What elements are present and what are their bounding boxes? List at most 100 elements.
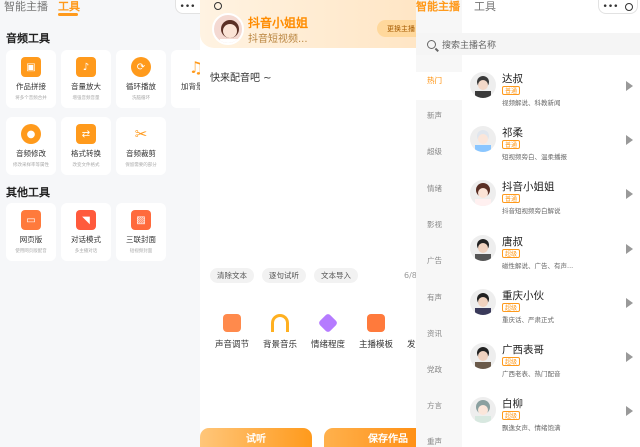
category-politics[interactable]: 党政: [416, 364, 462, 378]
anchor-badge: 超级: [502, 357, 521, 366]
tool-volume[interactable]: ♪ 音量放大 增强音频音量: [61, 50, 111, 108]
play-icon[interactable]: [626, 135, 633, 145]
anchor-name: 广西表哥: [502, 344, 544, 356]
image-icon: ▨: [131, 210, 151, 230]
tool-name: 音量放大: [71, 82, 101, 91]
laptop-icon: ▭: [21, 210, 41, 230]
emotion-button[interactable]: 情绪程度: [304, 312, 352, 350]
tool-desc: 改变文件格式: [72, 162, 100, 168]
headphones-icon: [271, 314, 289, 332]
category-super[interactable]: 超级: [416, 146, 462, 160]
anchor-template-button[interactable]: 主播模板: [352, 314, 400, 350]
tool-name: 对话模式: [71, 235, 101, 244]
tool-dialogue[interactable]: ◥ 对话模式 多主播对话: [61, 203, 111, 261]
anchor-badge: 普通: [502, 194, 521, 203]
tool-desc: 短视频封面: [129, 248, 153, 254]
tool-name: 作品拼接: [16, 82, 46, 91]
tool-desc: 多主播对话: [74, 248, 98, 254]
edit-icon: ●: [21, 124, 41, 144]
bg-music-button[interactable]: 背景音乐: [256, 314, 304, 350]
play-icon[interactable]: [626, 406, 633, 416]
tool-web[interactable]: ▭ 网页版 使用网页版配音: [6, 203, 56, 261]
sliders-icon: [223, 314, 241, 332]
category-news[interactable]: 资讯: [416, 328, 462, 342]
tool-trim[interactable]: ✂ 音频裁剪 保留需要的部分: [116, 117, 166, 175]
heart-icon: [317, 312, 339, 334]
anchor-name: 达叔: [502, 73, 523, 85]
import-text-button[interactable]: 文本导入: [314, 268, 358, 283]
try-listen-button[interactable]: 试听: [200, 428, 312, 447]
loop-icon: ⟳: [131, 57, 151, 77]
more-icon[interactable]: •••: [180, 2, 196, 12]
tool-loop[interactable]: ⟳ 循环播放 洗脑循环: [116, 50, 166, 108]
tab-smart-anchor[interactable]: 智能主播: [4, 0, 48, 14]
tool-desc: 保留需要的部分: [125, 162, 157, 168]
anchor-avatar: [470, 343, 496, 369]
feature-bar: 声音调节 背景音乐 情绪程度 主播模板 A 发音纠正: [208, 312, 448, 350]
script-textarea[interactable]: 快来配音吧 ~: [210, 69, 272, 84]
anchor-item[interactable]: 抖音小姐姐 普通 抖音短视频旁白解说: [462, 180, 640, 232]
anchor-item[interactable]: 唐叔 超级 磁性解说、广告、有声...: [462, 235, 640, 287]
tool-cover[interactable]: ▨ 三联封面 短视频封面: [116, 203, 166, 261]
anchor-item[interactable]: 白柳 超级 飘逸女声、情绪饱满: [462, 397, 640, 447]
tool-desc: 修改采样率等属性: [12, 162, 49, 168]
play-icon[interactable]: [626, 352, 633, 362]
scissors-icon: ✂: [134, 125, 148, 143]
anchor-desc: 重庆话、严肃正式: [502, 316, 554, 324]
tool-convert[interactable]: ⇄ 格式转换 改变文件格式: [61, 117, 111, 175]
anchor-avatar: [470, 235, 496, 261]
current-anchor-subtitle: 抖音短视频...: [248, 34, 308, 45]
category-ad[interactable]: 广告: [416, 255, 462, 269]
close-miniapp-icon[interactable]: [625, 2, 634, 11]
tool-desc: 增强音频音量: [72, 95, 100, 101]
text-actions: 清除文本 逐句试听 文本导入: [210, 268, 358, 283]
current-anchor-name: 抖音小姐姐: [248, 16, 309, 30]
tools-panel: 智能主播 工具 ••• 音频工具 ▣ 作品拼接 将多个音频合并 ♪ 音量放大 增…: [0, 0, 215, 447]
search-icon: [427, 39, 436, 49]
anchor-item[interactable]: 重庆小伙 超级 重庆话、严肃正式: [462, 289, 640, 341]
tab-tools-right[interactable]: 工具: [474, 0, 496, 14]
play-icon[interactable]: [626, 244, 633, 254]
tab-tools[interactable]: 工具: [58, 0, 80, 14]
tool-name: 网页版: [19, 235, 43, 244]
play-icon[interactable]: [626, 81, 633, 91]
category-film[interactable]: 影视: [416, 219, 462, 233]
category-dialect[interactable]: 方言: [416, 400, 462, 414]
anchor-name: 抖音小姐姐: [502, 181, 555, 193]
tool-desc: 使用网页版配音: [15, 248, 47, 254]
anchor-search-input[interactable]: 搜索主播名称: [416, 33, 640, 55]
record-icon: [214, 2, 222, 10]
category-emotion[interactable]: 情绪: [416, 183, 462, 197]
more-icon[interactable]: •••: [603, 2, 619, 12]
feature-label: 主播模板: [358, 340, 393, 350]
anchor-item[interactable]: 祁柔 普通 短视频旁白、温柔播报: [462, 126, 640, 178]
active-tab-indicator: [58, 13, 78, 16]
miniapp-capsule-right[interactable]: •••: [598, 0, 638, 14]
anchor-badge: 普通: [502, 140, 521, 149]
anchor-name: 白柳: [502, 398, 523, 410]
anchor-name: 唐叔: [502, 236, 523, 248]
category-heavy[interactable]: 重声: [416, 436, 462, 447]
category-audiobook[interactable]: 有声: [416, 292, 462, 306]
category-new[interactable]: 新声: [416, 110, 462, 124]
anchor-badge: 超级: [502, 411, 521, 420]
tool-splice[interactable]: ▣ 作品拼接 将多个音频合并: [6, 50, 56, 108]
clear-text-button[interactable]: 清除文本: [210, 268, 254, 283]
anchor-avatar[interactable]: [212, 13, 244, 45]
anchor-item[interactable]: 达叔 普通 视频解说、科教新闻: [462, 72, 640, 124]
voice-adjust-button[interactable]: 声音调节: [208, 314, 256, 350]
play-icon[interactable]: [626, 189, 633, 199]
tool-desc: 将多个音频合并: [15, 95, 47, 101]
play-icon[interactable]: [626, 298, 633, 308]
puzzle-icon: ▣: [21, 57, 41, 77]
anchor-item[interactable]: 广西表哥 超级 广西老表、热门配音: [462, 343, 640, 395]
anchor-avatar: [470, 72, 496, 98]
anchor-desc: 视频解说、科教新闻: [502, 99, 561, 107]
tab-smart-anchor-right[interactable]: 智能主播: [416, 0, 460, 14]
tool-modify[interactable]: ● 音频修改 修改采样率等属性: [6, 117, 56, 175]
anchor-avatar: [470, 289, 496, 315]
anchor-avatar: [470, 397, 496, 423]
category-hot[interactable]: 热门: [416, 72, 462, 100]
sentence-preview-button[interactable]: 逐句试听: [262, 268, 306, 283]
anchor-name: 祁柔: [502, 127, 523, 139]
